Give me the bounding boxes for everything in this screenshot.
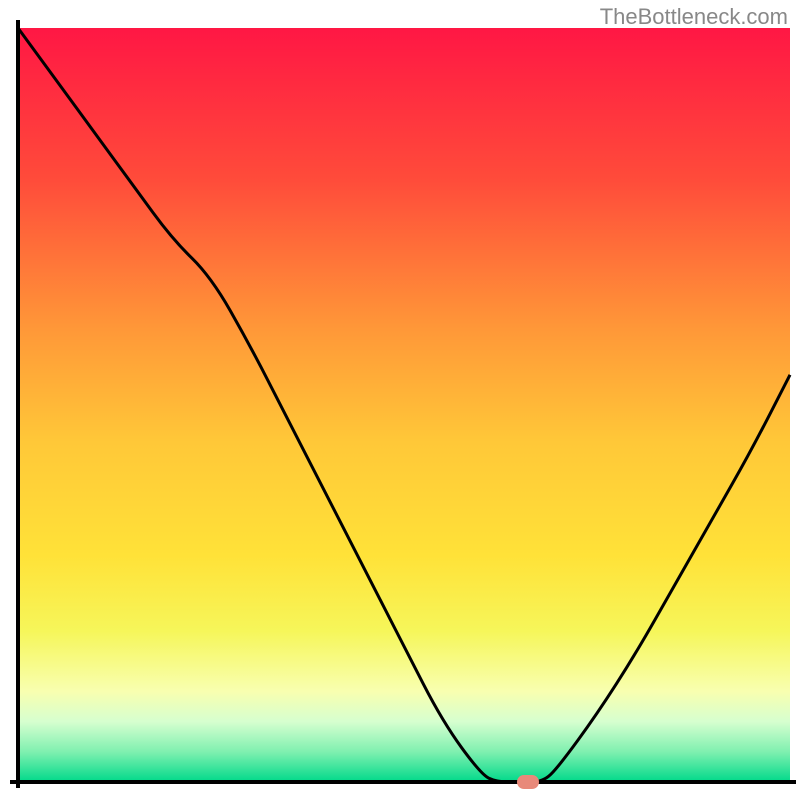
- bottleneck-chart: TheBottleneck.com: [0, 0, 800, 800]
- plot-background: [18, 28, 790, 782]
- optimal-marker: [517, 775, 539, 789]
- watermark-label: TheBottleneck.com: [600, 4, 788, 30]
- chart-svg: [0, 0, 800, 800]
